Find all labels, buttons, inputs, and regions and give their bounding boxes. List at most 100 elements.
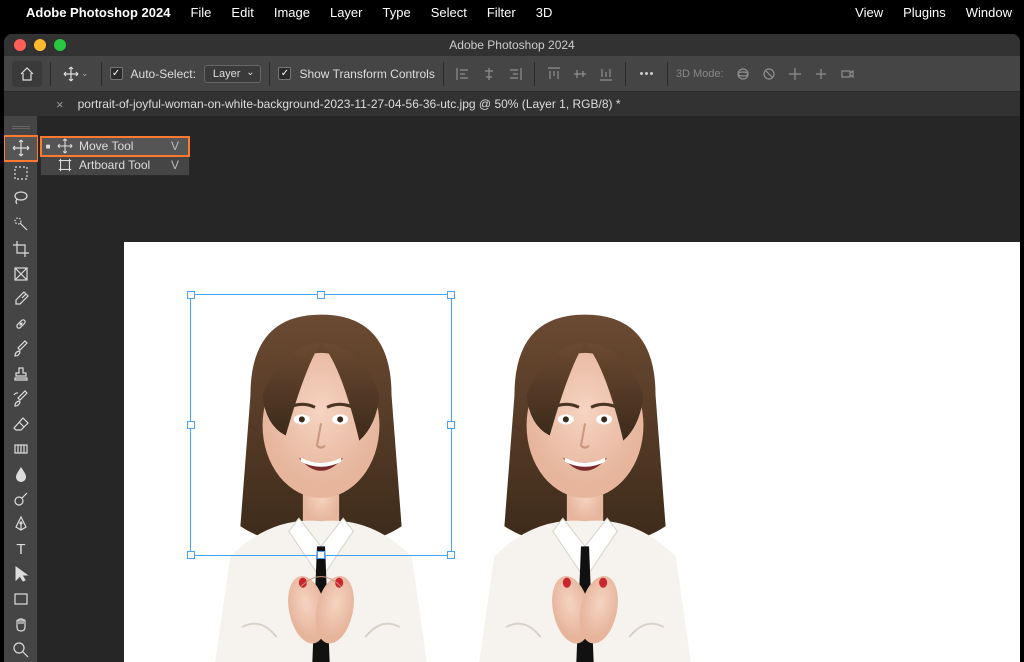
pan-3d-icon[interactable]	[784, 63, 806, 85]
slide-3d-icon[interactable]	[810, 63, 832, 85]
move-tool[interactable]: ■ Move Tool V Artboard Tool V	[4, 136, 38, 161]
move-icon	[57, 137, 73, 155]
menu-layer[interactable]: Layer	[330, 5, 363, 20]
menu-file[interactable]: File	[190, 5, 211, 20]
options-bar: ⌄ ✓ Auto-Select: Layer ✓ Show Transform …	[4, 56, 1020, 92]
divider	[101, 62, 102, 86]
eyedropper-tool[interactable]	[4, 286, 38, 311]
stamp-icon	[12, 365, 30, 383]
align-vcenter-icon[interactable]	[569, 63, 591, 85]
menu-image[interactable]: Image	[274, 5, 310, 20]
dodge-icon	[12, 490, 30, 508]
menu-select[interactable]: Select	[431, 5, 467, 20]
lasso-tool[interactable]	[4, 186, 38, 211]
minimize-window-button[interactable]	[34, 39, 46, 51]
artboard-icon	[57, 156, 73, 174]
close-tab-icon[interactable]: ×	[56, 97, 64, 112]
menu-3d[interactable]: 3D	[536, 5, 553, 20]
menu-filter[interactable]: Filter	[487, 5, 516, 20]
quick-select-tool[interactable]	[4, 211, 38, 236]
history-brush-tool[interactable]	[4, 386, 38, 411]
blur-tool[interactable]	[4, 462, 38, 487]
zoom-icon	[12, 641, 30, 659]
auto-select-checkbox[interactable]: ✓	[110, 67, 123, 80]
canvas-viewport[interactable]	[38, 116, 1020, 662]
align-hcenter-icon[interactable]	[478, 63, 500, 85]
artboard[interactable]	[124, 242, 1020, 662]
menu-edit[interactable]: Edit	[231, 5, 253, 20]
align-right-icon[interactable]	[504, 63, 526, 85]
align-bottom-icon[interactable]	[595, 63, 617, 85]
roll-3d-icon[interactable]	[758, 63, 780, 85]
divider	[534, 62, 535, 86]
menu-view[interactable]: View	[855, 5, 883, 20]
close-window-button[interactable]	[14, 39, 26, 51]
tool-sidebar: ■ Move Tool V Artboard Tool V	[4, 116, 38, 662]
shape-tool[interactable]	[4, 587, 38, 612]
home-button[interactable]	[12, 61, 42, 87]
path-select-tool[interactable]	[4, 562, 38, 587]
align-left-icon[interactable]	[452, 63, 474, 85]
pen-icon	[12, 515, 30, 533]
orbit-3d-icon[interactable]	[732, 63, 754, 85]
pen-tool[interactable]	[4, 512, 38, 537]
divider	[50, 62, 51, 86]
mode-3d-label: 3D Mode:	[676, 68, 724, 80]
type-icon: T	[12, 540, 30, 558]
document-tab[interactable]: × portrait-of-joyful-woman-on-white-back…	[44, 93, 633, 116]
photoshop-window: Adobe Photoshop 2024 ⌄ ✓ Auto-Select: La…	[4, 34, 1020, 662]
frame-icon	[12, 265, 30, 283]
align-group-2	[543, 63, 617, 85]
eraser-tool[interactable]	[4, 411, 38, 436]
macos-app-name[interactable]: Adobe Photoshop 2024	[26, 5, 170, 20]
stamp-tool[interactable]	[4, 361, 38, 386]
gradient-icon	[12, 440, 30, 458]
brush-tool[interactable]	[4, 336, 38, 361]
menu-type[interactable]: Type	[383, 5, 411, 20]
divider	[625, 62, 626, 86]
document-tab-bar: × portrait-of-joyful-woman-on-white-back…	[4, 92, 1020, 116]
gradient-tool[interactable]	[4, 437, 38, 462]
camera-3d-icon[interactable]	[836, 63, 858, 85]
divider	[269, 62, 270, 86]
marquee-icon	[12, 164, 30, 182]
flyout-artboard-tool[interactable]: Artboard Tool V	[41, 156, 189, 175]
show-transform-checkbox[interactable]: ✓	[278, 67, 291, 80]
arrow-icon	[12, 565, 30, 583]
heal-tool[interactable]	[4, 311, 38, 336]
eyedropper-icon	[12, 290, 30, 308]
more-options-button[interactable]	[634, 72, 659, 75]
brush-icon	[12, 340, 30, 358]
main-area: ■ Move Tool V Artboard Tool V	[4, 116, 1020, 662]
flyout-move-tool[interactable]: ■ Move Tool V	[41, 137, 189, 156]
menu-window[interactable]: Window	[966, 5, 1012, 20]
move-icon	[63, 66, 79, 82]
panel-grip-icon[interactable]	[12, 126, 30, 132]
menu-plugins[interactable]: Plugins	[903, 5, 946, 20]
layer-portrait-1[interactable]	[190, 294, 452, 662]
macos-menubar: Adobe Photoshop 2024 File Edit Image Lay…	[0, 0, 1024, 24]
zoom-window-button[interactable]	[54, 39, 66, 51]
window-titlebar: Adobe Photoshop 2024	[4, 34, 1020, 56]
svg-text:T: T	[16, 541, 25, 558]
move-icon	[12, 139, 30, 157]
crop-tool[interactable]	[4, 236, 38, 261]
align-top-icon[interactable]	[543, 63, 565, 85]
type-tool[interactable]: T	[4, 537, 38, 562]
auto-select-target-dropdown[interactable]: Layer	[204, 65, 262, 83]
hand-tool[interactable]	[4, 612, 38, 637]
history-brush-icon	[12, 390, 30, 408]
dodge-tool[interactable]	[4, 487, 38, 512]
hand-icon	[12, 616, 30, 634]
divider	[443, 62, 444, 86]
move-tool-flyout: ■ Move Tool V Artboard Tool V	[40, 136, 190, 176]
frame-tool[interactable]	[4, 261, 38, 286]
layer-portrait-2[interactable]	[454, 294, 716, 662]
tool-preset-picker[interactable]: ⌄	[59, 64, 93, 84]
flyout-item-label: Move Tool	[79, 139, 161, 153]
lasso-icon	[12, 189, 30, 207]
divider	[667, 62, 668, 86]
marquee-tool[interactable]	[4, 161, 38, 186]
auto-select-label: Auto-Select:	[131, 67, 196, 81]
zoom-tool[interactable]	[4, 637, 38, 662]
